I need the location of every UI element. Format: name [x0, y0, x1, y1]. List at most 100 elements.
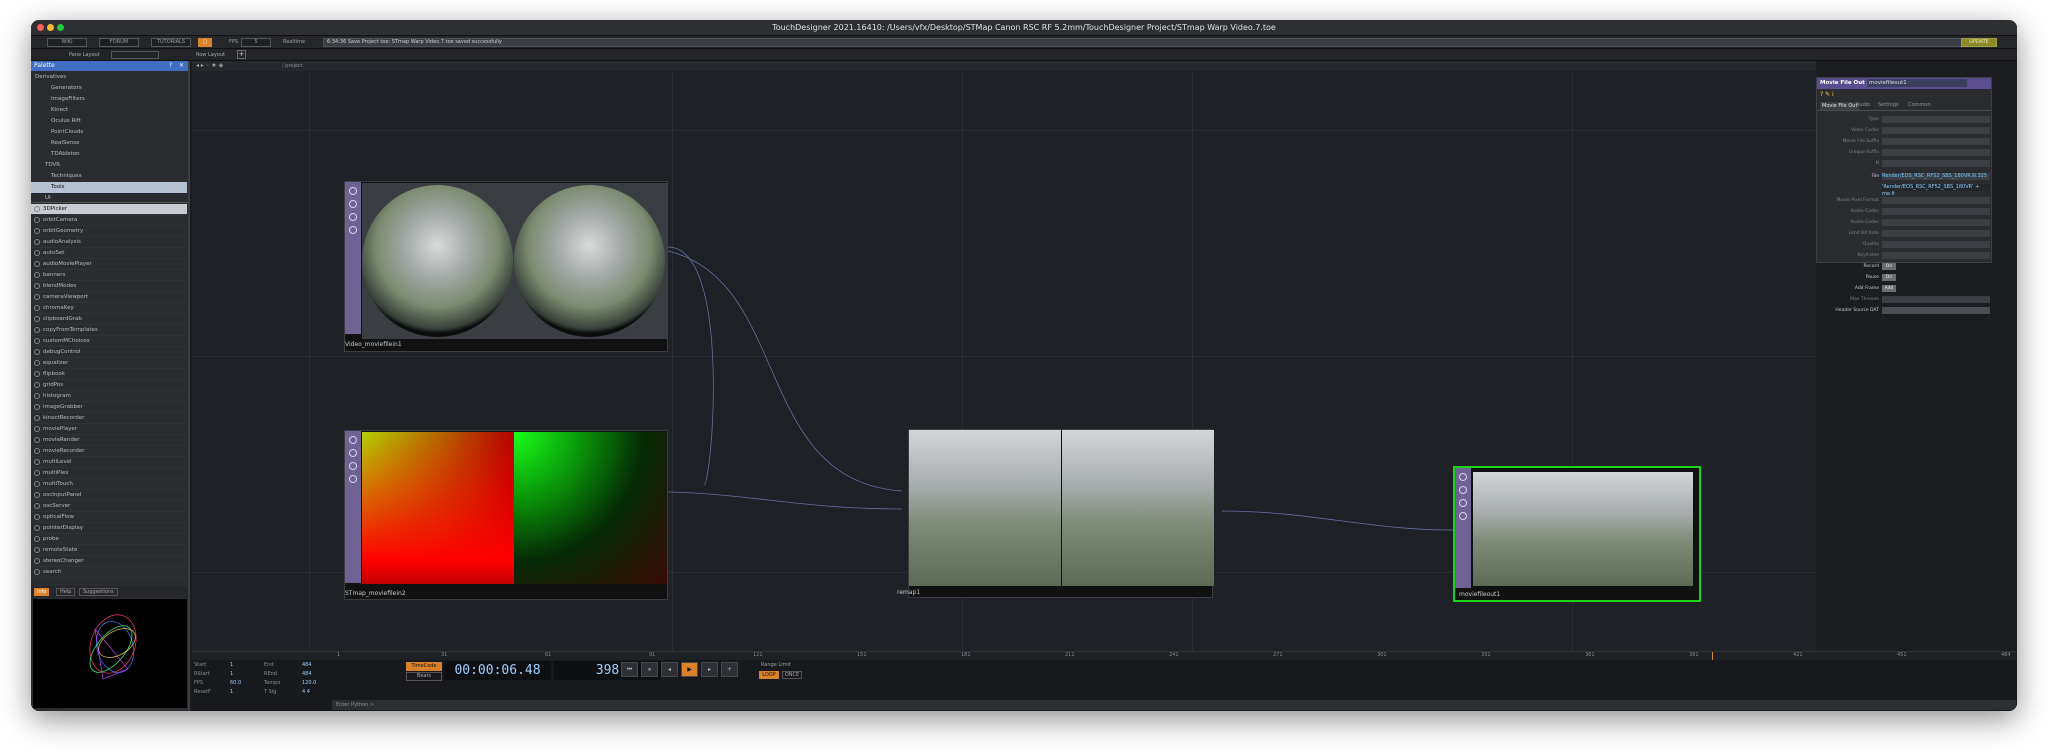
step-back-icon[interactable]: ◂	[661, 662, 678, 677]
param-value[interactable]	[1882, 241, 1990, 248]
palette-list-item[interactable]: gridPos	[31, 380, 187, 391]
palette-list-item[interactable]: opticalFlow	[31, 512, 187, 523]
wiki-button[interactable]: WIKI	[47, 38, 87, 47]
palette-list-item[interactable]: clipboardGrab	[31, 314, 187, 325]
palette-tree-item[interactable]: Derivatives	[31, 72, 187, 83]
param-value[interactable]	[1882, 160, 1990, 167]
palette-list-item[interactable]: movieRecorder	[31, 446, 187, 457]
palette-list-item[interactable]: multiTouch	[31, 479, 187, 490]
add-pane-icon[interactable]: +	[237, 50, 246, 59]
step-forward-icon[interactable]: ▸	[701, 662, 718, 677]
palette-list-item[interactable]: multiPlex	[31, 468, 187, 479]
param-tab[interactable]: Audio	[1856, 102, 1870, 108]
skip-start-icon[interactable]: ⏮	[621, 662, 638, 677]
palette-list-item[interactable]: imageGrabber	[31, 402, 187, 413]
palette-list-item[interactable]: multiLevel	[31, 457, 187, 468]
palette-list-item[interactable]: movieRender	[31, 435, 187, 446]
param-value[interactable]	[1882, 127, 1990, 134]
file-value[interactable]: Render/EOS_RSC_RF52_SBS_180VR.N.325	[1882, 173, 1990, 180]
palette-list-item[interactable]: customMChoices	[31, 336, 187, 347]
timeline-ruler[interactable]: 1 31 61 91 121 151 181 211 241 271 301 331 361 391 421…	[192, 652, 2017, 660]
row-layout-label[interactable]: Row Layout	[196, 52, 225, 58]
param-tab[interactable]: Settings	[1878, 102, 1899, 108]
tab-help[interactable]: Help	[56, 588, 76, 596]
add-keyframe-icon[interactable]: +	[721, 662, 738, 677]
close-window-button[interactable]	[37, 24, 44, 31]
param-value[interactable]	[1882, 149, 1990, 156]
tab-suggestions[interactable]: Suggestions	[79, 588, 118, 596]
once-button[interactable]: ONCE	[782, 671, 802, 679]
param-value[interactable]	[1882, 219, 1990, 226]
palette-tree-item[interactable]: Kinect	[31, 105, 187, 116]
play-icon[interactable]: ▶	[681, 662, 698, 677]
palette-list-item[interactable]: search	[31, 567, 187, 578]
timecode-toggle[interactable]: TimeCode	[406, 662, 442, 671]
node-video-moviefilein1[interactable]: Video_moviefilein1	[344, 181, 668, 352]
node-moviefileout1[interactable]: moviefileout1	[1453, 466, 1701, 602]
palette-tree-item[interactable]: Generators	[31, 83, 187, 94]
palette-list-item[interactable]: flipbook	[31, 369, 187, 380]
palette-list-item[interactable]: autoSet	[31, 248, 187, 259]
layout-buttons[interactable]	[111, 51, 159, 59]
palette-list-item[interactable]: histogram	[31, 391, 187, 402]
palette-list-item[interactable]: orbitGeometry	[31, 226, 187, 237]
param-value[interactable]	[1882, 296, 1990, 303]
update-button[interactable]: UPDATE	[1961, 38, 1997, 47]
palette-list-item[interactable]: remoteState	[31, 545, 187, 556]
palette-tree-item[interactable]: Oculus Rift	[31, 116, 187, 127]
loop-button[interactable]: LOOP	[759, 671, 779, 679]
param-value[interactable]	[1882, 197, 1990, 204]
param-toggle[interactable]: On	[1882, 274, 1896, 281]
playhead[interactable]	[1712, 652, 1713, 660]
param-value[interactable]	[1882, 116, 1990, 123]
op-name-field[interactable]: moviefileout1	[1867, 79, 1967, 87]
beats-toggle[interactable]: Beats	[406, 672, 442, 681]
palette-list-item[interactable]: chromaKey	[31, 303, 187, 314]
param-value[interactable]	[1882, 252, 1990, 259]
palette-tree-item[interactable]: Techniques	[31, 171, 187, 182]
param-value[interactable]	[1882, 138, 1990, 145]
help-icon[interactable]: ?	[169, 62, 177, 70]
param-value[interactable]	[1882, 208, 1990, 215]
palette-tree-item[interactable]: TDVR	[31, 160, 187, 171]
file-expression[interactable]: 'Render/EOS_RSC_RF52_SBS_180VR' + me.fi	[1882, 184, 1990, 197]
param-tab[interactable]: Movie File Out	[1820, 102, 1860, 110]
palette-list-item[interactable]: moviePlayer	[31, 424, 187, 435]
palette-list-item[interactable]: cameraViewport	[31, 292, 187, 303]
palette-list-item[interactable]: oscServer	[31, 501, 187, 512]
palette-tree-item[interactable]: RealSense	[31, 138, 187, 149]
palette-list-item[interactable]: banners	[31, 270, 187, 281]
minimize-window-button[interactable]	[47, 24, 54, 31]
forum-button[interactable]: FORUM	[99, 38, 139, 47]
palette-list-item[interactable]: copyFromTemplates	[31, 325, 187, 336]
palette-list-item[interactable]: 3DPicker	[31, 204, 187, 215]
param-toggle[interactable]: On	[1882, 263, 1896, 270]
palette-list-item[interactable]: blendModes	[31, 281, 187, 292]
palette-tree-item[interactable]: TDAbleton	[31, 149, 187, 160]
palette-list-item[interactable]: probe	[31, 534, 187, 545]
realtime-toggle[interactable]: Realtime	[283, 39, 305, 45]
tab-info[interactable]: Info	[34, 588, 50, 596]
param-value[interactable]	[1882, 230, 1990, 237]
palette-list-item[interactable]: pointerDisplay	[31, 523, 187, 534]
palette-tree-item[interactable]: PointClouds	[31, 127, 187, 138]
palette-list-item[interactable]: orbitCamera	[31, 215, 187, 226]
param-toggle[interactable]: Add	[1882, 285, 1896, 292]
python-textport[interactable]: Enter Python >	[332, 700, 2016, 710]
param-toolbar-icons[interactable]: ? ✎ i	[1820, 91, 1990, 99]
palette-list-item[interactable]: oscInputPanel	[31, 490, 187, 501]
param-tab[interactable]: Common	[1908, 102, 1931, 108]
palette-list-item[interactable]: audioAnalysis	[31, 237, 187, 248]
palette-list-item[interactable]: debugControl	[31, 347, 187, 358]
timecode-display[interactable]: 00:00:06.48	[444, 661, 551, 680]
close-icon[interactable]: ✕	[179, 62, 187, 70]
palette-tree-item[interactable]: Tools	[31, 182, 187, 193]
palette-tree-item[interactable]: ImageFilters	[31, 94, 187, 105]
tutorials-button[interactable]: TUTORIALS	[151, 38, 191, 47]
pane-layout-label[interactable]: Pane Layout	[69, 52, 100, 58]
zoom-window-button[interactable]	[57, 24, 64, 31]
param-value[interactable]	[1882, 307, 1990, 314]
node-viewer-icons[interactable]	[1455, 468, 1471, 588]
network-editor[interactable]: ◂ ▸ ◦ ★ ◈ / project Video_moviefilein1 S…	[192, 61, 1816, 651]
palette-list-item[interactable]: kinectRecorder	[31, 413, 187, 424]
